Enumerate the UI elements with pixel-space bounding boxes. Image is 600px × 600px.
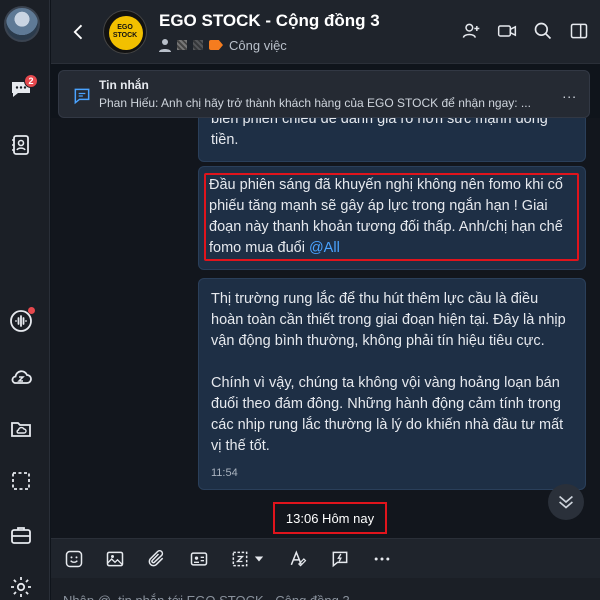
logo-text-bottom: STOCK [112, 32, 138, 39]
message-list[interactable]: biến phiên chiều để đánh giá rõ hơn sức … [51, 118, 600, 538]
message-body: Đầu phiên sáng đã khuyến nghị không nên … [209, 177, 563, 256]
member-icon [159, 39, 171, 52]
pinned-text: Phan Hiếu: Anh chị hãy trở thành khách h… [99, 96, 531, 110]
group-avatar[interactable]: EGO STOCK [103, 10, 147, 54]
message-input[interactable] [63, 590, 543, 600]
message-text: Đầu phiên sáng đã khuyến nghị không nên … [209, 175, 575, 259]
contacts-icon[interactable] [6, 130, 36, 160]
member-avatars-2 [193, 40, 203, 50]
double-chevron-down-icon [559, 495, 573, 509]
logo-text-top: EGO [117, 24, 133, 31]
screen-capture-icon[interactable] [229, 548, 251, 570]
attachment-icon[interactable] [145, 548, 167, 570]
quick-message-icon[interactable] [329, 548, 351, 570]
screenshot-icon[interactable] [6, 466, 36, 496]
mention-tag[interactable]: @All [309, 240, 340, 256]
user-avatar[interactable] [4, 6, 40, 42]
search-icon[interactable] [532, 20, 554, 42]
member-avatars [177, 40, 187, 50]
video-call-icon[interactable] [496, 20, 518, 42]
contact-card-icon[interactable] [188, 548, 210, 570]
voice-notification-dot [28, 307, 35, 314]
dropdown-caret-icon[interactable] [252, 548, 266, 570]
message-composer [51, 578, 600, 600]
composer-toolbar [51, 538, 600, 578]
header-actions [460, 20, 590, 42]
toolbox-icon[interactable] [6, 520, 36, 550]
pinned-title: Tin nhắn [99, 78, 149, 92]
messages-badge: 2 [24, 74, 38, 88]
message-bubble[interactable]: biến phiên chiều để đánh giá rõ hơn sức … [198, 118, 586, 162]
sticker-icon[interactable] [63, 548, 85, 570]
chevron-left-icon [73, 24, 83, 40]
more-icon[interactable] [371, 548, 393, 570]
back-button[interactable] [67, 18, 91, 46]
add-member-icon[interactable] [460, 20, 482, 42]
date-separator: 13:06 Hôm nay [273, 502, 387, 534]
message-paragraph-1: Thị trường rung lắc để thu hút thêm lực … [211, 291, 566, 349]
message-time: 11:54 [211, 467, 238, 479]
message-text: biến phiên chiều để đánh giá rõ hơn sức … [211, 118, 548, 148]
group-title[interactable]: EGO STOCK - Cộng đồng 3 [159, 11, 380, 31]
image-icon[interactable] [104, 548, 126, 570]
left-sidebar: 2 [0, 0, 50, 600]
message-paragraph-2: Chính vì vậy, chúng ta không vội vàng ho… [211, 375, 564, 454]
message-bubble[interactable]: Đầu phiên sáng đã khuyến nghị không nên … [198, 166, 586, 270]
cloud-folder-icon[interactable] [6, 414, 36, 444]
text-format-icon[interactable] [287, 548, 309, 570]
chat-bubble-icon [74, 88, 90, 105]
header-subtitle: Công việc [159, 37, 287, 53]
panel-toggle-icon[interactable] [568, 20, 590, 42]
zcloud-icon[interactable] [6, 362, 36, 392]
scroll-down-button[interactable] [548, 484, 584, 520]
category-tag-label[interactable]: Công việc [229, 38, 287, 53]
chat-header: EGO STOCK EGO STOCK - Cộng đồng 3 Công v… [51, 0, 600, 64]
tag-icon [209, 40, 223, 50]
message-bubble[interactable]: Thị trường rung lắc để thu hút thêm lực … [198, 278, 586, 490]
more-options-icon[interactable]: ... [562, 85, 577, 101]
chat-app: 2 EGO STOCK EGO STOCK - Cộng đồng 3 Công… [0, 0, 600, 600]
pinned-message[interactable]: Tin nhắn Phan Hiếu: Anh chị hãy trở thàn… [58, 70, 590, 118]
settings-icon[interactable] [6, 572, 36, 600]
